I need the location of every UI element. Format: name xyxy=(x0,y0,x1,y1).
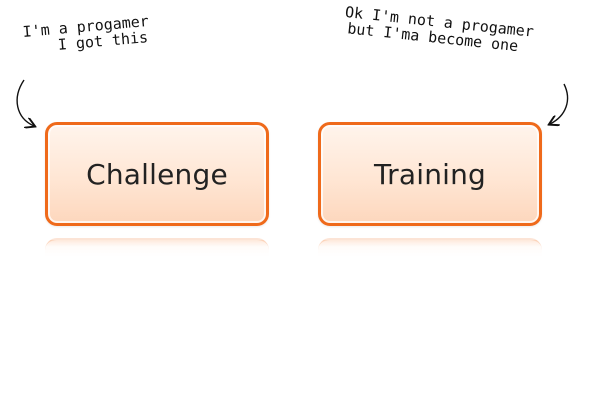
challenge-button-label: Challenge xyxy=(86,157,228,191)
challenge-button-group: Challenge xyxy=(45,122,269,256)
training-button-group: Training xyxy=(318,122,542,256)
training-button-label: Training xyxy=(373,157,487,191)
right-curved-arrow-icon xyxy=(550,83,569,124)
left-curved-arrow-icon xyxy=(16,79,34,126)
right-annotation: Ok I'm not a progamer but I'ma become on… xyxy=(343,3,534,56)
left-annotation: I'm a progamer I got this xyxy=(22,12,151,56)
training-button-reflection xyxy=(318,238,542,256)
challenge-button[interactable]: Challenge xyxy=(45,122,269,226)
challenge-button-reflection xyxy=(45,238,269,256)
mode-select-screen: I'm a progamer I got this Ok I'm not a p… xyxy=(0,0,592,410)
training-button[interactable]: Training xyxy=(318,122,542,226)
